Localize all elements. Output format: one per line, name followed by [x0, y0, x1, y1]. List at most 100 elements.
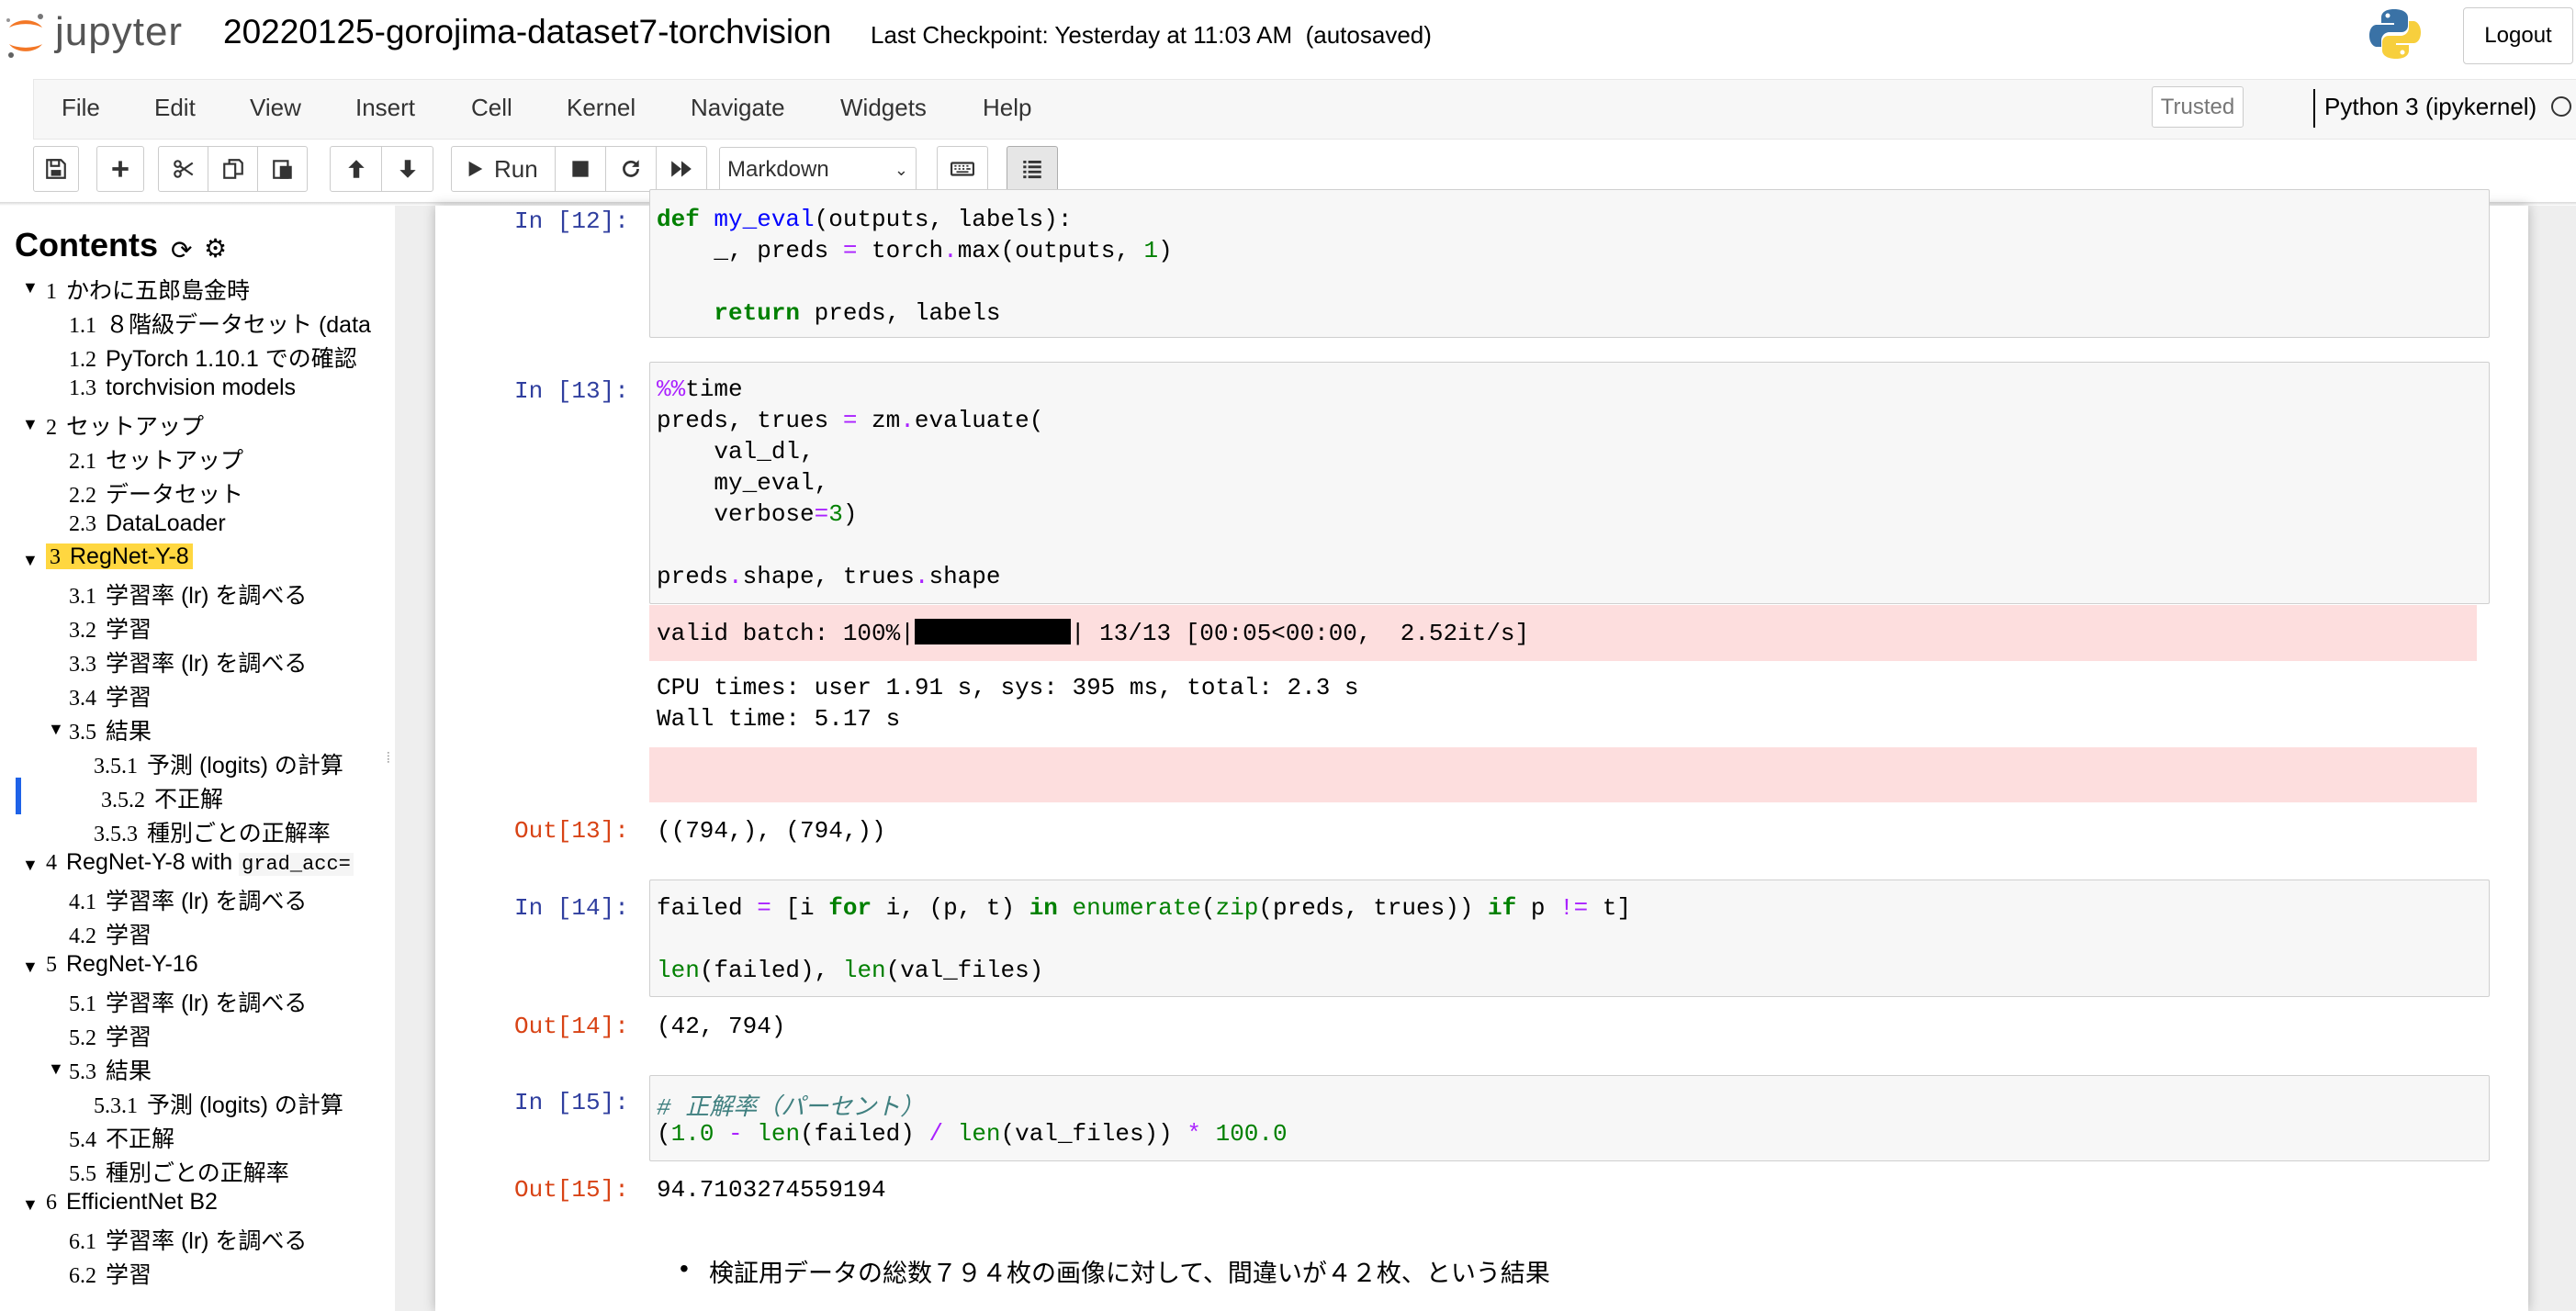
jupyter-notebook-app: jupyter 20220125-gorojima-dataset7-torch…	[0, 0, 2576, 1311]
toc-item-1-2[interactable]: 1.2 PyTorch 1.10.1 での確認	[69, 341, 357, 374]
cell-13-stderr-empty	[649, 747, 2477, 802]
cut-button[interactable]	[158, 146, 208, 192]
caret-down-icon[interactable]: ▼	[22, 1195, 39, 1215]
toc-item-3-2[interactable]: 3.2 学習	[69, 611, 152, 644]
code-line: val_dl,	[657, 438, 815, 465]
toc-num: 4	[46, 851, 57, 875]
refresh-icon[interactable]: ⟳	[171, 235, 192, 265]
toc-item-3-5-2[interactable]: 3.5.2 不正解	[101, 781, 223, 814]
toc-item-5-5[interactable]: 5.5 種別ごとの正解率	[69, 1155, 289, 1188]
fast-forward-icon	[671, 161, 692, 177]
toc-item-3-5[interactable]: 3.5 結果	[69, 713, 152, 746]
toc-sidebar: Contents ⟳ ⚙ ⦙ ▼ 1 かわに五郎島金時 1.1 ８階級データセット …	[0, 206, 395, 1311]
menu-cell[interactable]: Cell	[471, 94, 512, 122]
toc-item-3-5-3[interactable]: 3.5.3 種別ごとの正解率	[94, 815, 331, 848]
menu-navigate[interactable]: Navigate	[691, 94, 785, 122]
toc-num: 2	[46, 416, 57, 440]
toc-text: 学習率 (lr) を調べる	[106, 1228, 308, 1254]
interrupt-button[interactable]	[555, 146, 606, 192]
toc-item-3[interactable]: 3 RegNet-Y-8	[46, 543, 193, 570]
cell-type-select[interactable]: Markdown ⌄	[719, 147, 917, 193]
toc-item-2-1[interactable]: 2.1 セットアップ	[69, 443, 243, 476]
toc-text: RegNet-Y-16	[66, 951, 198, 977]
move-down-button[interactable]	[381, 146, 433, 192]
toc-current-marker	[16, 778, 21, 814]
gear-icon[interactable]: ⚙	[204, 233, 227, 263]
insert-cell-button[interactable]	[96, 146, 144, 192]
toc-item-4-2[interactable]: 4.2 学習	[69, 917, 152, 950]
toc-item-6-1[interactable]: 6.1 学習率 (lr) を調べる	[69, 1223, 307, 1256]
toc-num: 1.2	[69, 348, 96, 372]
toc-item-2-2[interactable]: 2.2 データセット	[69, 476, 243, 510]
toc-item-5-3[interactable]: 5.3 結果	[69, 1053, 152, 1086]
caret-down-icon[interactable]: ▼	[22, 551, 39, 570]
scissors-icon	[173, 160, 193, 178]
toc-item-2-3[interactable]: 2.3 DataLoader	[69, 510, 226, 537]
toc-item-5-4[interactable]: 5.4 不正解	[69, 1121, 174, 1154]
toc-item-2[interactable]: 2 セットアップ	[46, 409, 204, 442]
toc-item-3-1[interactable]: 3.1 学習率 (lr) を調べる	[69, 577, 307, 611]
toc-item-5[interactable]: 5 RegNet-Y-16	[46, 951, 198, 978]
plus-icon	[112, 161, 129, 177]
toc-item-5-2[interactable]: 5.2 学習	[69, 1019, 152, 1052]
caret-down-icon[interactable]: ▼	[48, 720, 64, 739]
logout-button[interactable]: Logout	[2463, 7, 2573, 64]
toc-item-3-3[interactable]: 3.3 学習率 (lr) を調べる	[69, 645, 307, 678]
toc-item-3-5-1[interactable]: 3.5.1 予測 (logits) の計算	[94, 747, 343, 780]
command-palette-button[interactable]	[937, 146, 988, 192]
toc-item-6[interactable]: 6 EfficientNet B2	[46, 1189, 218, 1216]
menu-file[interactable]: File	[62, 94, 100, 122]
caret-down-icon[interactable]: ▼	[22, 856, 39, 875]
toc-toggle-button[interactable]	[1007, 146, 1058, 192]
cell-13-code-editor[interactable]: %%time preds, trues = zm.evaluate( val_d…	[649, 362, 2490, 604]
kernel-name[interactable]: Python 3 (ipykernel)	[2324, 93, 2537, 121]
menu-insert[interactable]: Insert	[355, 94, 415, 122]
toc-item-6-2[interactable]: 6.2 学習	[69, 1257, 152, 1290]
cell-12-code-editor[interactable]: def my_eval(outputs, labels): _, preds =…	[649, 189, 2490, 338]
cell-15-code-editor[interactable]: # 正解率（パーセント） (1.0 - len(failed) / len(va…	[649, 1075, 2490, 1161]
copy-button[interactable]	[208, 146, 258, 192]
toc-text: 学習	[106, 1025, 152, 1050]
trusted-indicator[interactable]: Trusted	[2152, 86, 2244, 128]
toc-num: 5	[46, 953, 57, 977]
save-button[interactable]	[33, 146, 79, 192]
toc-num: 6.2	[69, 1264, 96, 1288]
menu-widgets[interactable]: Widgets	[840, 94, 927, 122]
cell-15-prompt: In [15]:	[514, 1089, 629, 1116]
caret-down-icon[interactable]: ▼	[22, 958, 39, 977]
cell-15-result: 94.7103274559194	[657, 1176, 886, 1204]
paste-button[interactable]	[257, 146, 308, 192]
toc-text: PyTorch 1.10.1 での確認	[106, 346, 357, 372]
jupyter-logo[interactable]: jupyter	[0, 4, 202, 68]
menu-kernel[interactable]: Kernel	[567, 94, 636, 122]
toc-num: 3.3	[69, 653, 96, 677]
menu-edit[interactable]: Edit	[154, 94, 196, 122]
run-button[interactable]: Run	[451, 146, 556, 192]
toc-num: 2.2	[69, 484, 96, 508]
toc-text: 予測 (logits) の計算	[147, 753, 343, 779]
cell-14-code-editor[interactable]: failed = [i for i, (p, t) in enumerate(z…	[649, 880, 2490, 997]
toc-item-5-3-1[interactable]: 5.3.1 予測 (logits) の計算	[94, 1087, 343, 1120]
caret-down-icon[interactable]: ▼	[48, 1059, 64, 1079]
menu-help[interactable]: Help	[983, 94, 1031, 122]
toc-item-3-4[interactable]: 3.4 学習	[69, 679, 152, 712]
toc-item-5-1[interactable]: 5.1 学習率 (lr) を調べる	[69, 985, 307, 1018]
caret-down-icon[interactable]: ▼	[22, 415, 39, 434]
restart-run-all-button[interactable]	[656, 146, 707, 192]
run-label: Run	[494, 154, 538, 183]
logo-text: jupyter	[55, 9, 184, 54]
toc-num: 3.1	[69, 585, 96, 609]
restart-button[interactable]	[605, 146, 657, 192]
caret-down-icon[interactable]: ▼	[22, 278, 39, 297]
notebook-title[interactable]: 20220125-gorojima-dataset7-torchvision	[223, 13, 831, 51]
resize-handle-icon[interactable]: ⦙	[387, 751, 390, 768]
toc-item-4[interactable]: 4 RegNet-Y-8 with grad_acc=	[46, 849, 354, 876]
toc-item-4-1[interactable]: 4.1 学習率 (lr) を調べる	[69, 883, 307, 916]
cell-15-out-prompt: Out[15]:	[514, 1176, 629, 1204]
toc-item-1-3[interactable]: 1.3 torchvision models	[69, 375, 296, 401]
menu-view[interactable]: View	[250, 94, 301, 122]
toc-item-1[interactable]: 1 かわに五郎島金時	[46, 273, 250, 306]
move-up-button[interactable]	[330, 146, 382, 192]
toc-item-1-1[interactable]: 1.1 ８階級データセット (data	[69, 307, 371, 340]
toc-text: torchvision models	[106, 375, 297, 400]
